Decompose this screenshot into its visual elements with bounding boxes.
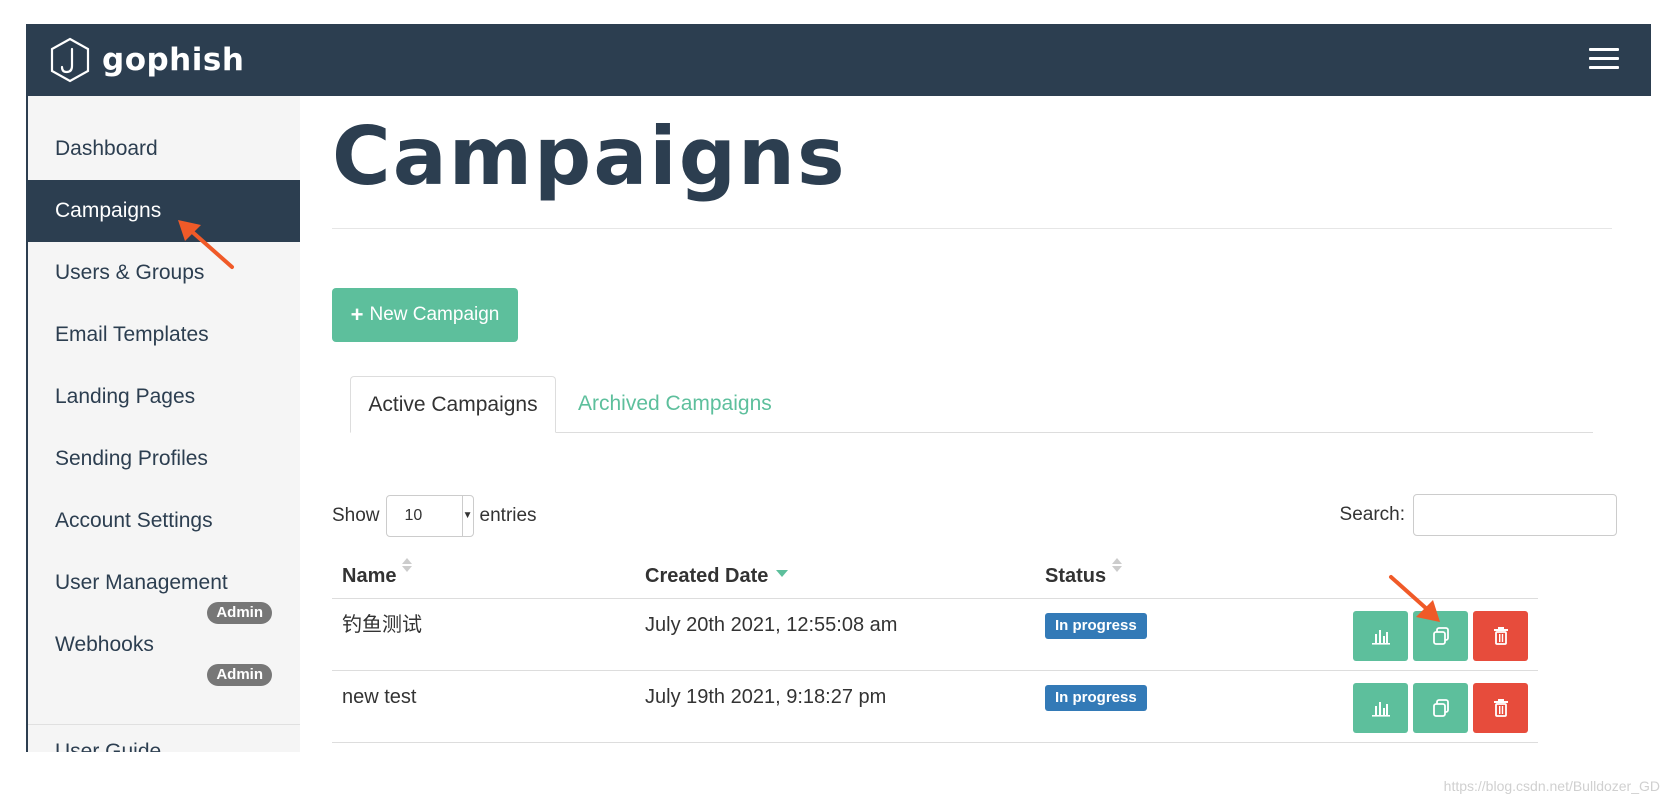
bar-chart-icon <box>1371 702 1390 717</box>
search-input[interactable] <box>1413 494 1617 536</box>
tab-archived-campaigns[interactable]: Archived Campaigns <box>578 376 772 432</box>
table-row: new test July 19th 2021, 9:18:27 pm In p… <box>332 671 1538 743</box>
copy-campaign-button[interactable] <box>1413 683 1468 733</box>
sidebar-item-campaigns[interactable]: Campaigns <box>28 180 300 242</box>
campaign-name: new test <box>342 686 417 708</box>
row-actions <box>1348 611 1528 661</box>
main-content: Campaigns + New Campaign Active Campaign… <box>300 96 1651 752</box>
table-search: Search: <box>1340 494 1617 536</box>
copy-campaign-button[interactable] <box>1413 611 1468 661</box>
campaign-created-date: July 20th 2021, 12:55:08 am <box>645 614 898 636</box>
sidebar-item-account-settings[interactable]: Account Settings <box>28 490 300 552</box>
sidebar-item-label: User Management <box>55 571 228 594</box>
new-campaign-label: New Campaign <box>369 304 500 325</box>
sidebar: Dashboard Campaigns Users & Groups Email… <box>28 96 300 752</box>
top-navbar: gophish <box>28 24 1651 96</box>
copy-icon <box>1432 627 1449 645</box>
entries-length-select[interactable]: 10 ▼ <box>385 495 474 537</box>
row-actions <box>1348 683 1528 733</box>
column-header-status[interactable]: Status <box>1045 544 1123 598</box>
sidebar-item-landing-pages[interactable]: Landing Pages <box>28 366 300 428</box>
sidebar-item-users-groups[interactable]: Users & Groups <box>28 242 300 304</box>
sidebar-item-user-management[interactable]: User Management Admin <box>28 552 300 624</box>
sidebar-item-email-templates[interactable]: Email Templates <box>28 304 300 366</box>
new-campaign-button[interactable]: + New Campaign <box>332 288 518 342</box>
trash-icon <box>1493 627 1508 645</box>
sidebar-item-label: Webhooks <box>55 633 154 656</box>
tab-active-campaigns[interactable]: Active Campaigns <box>350 376 556 433</box>
page-title: Campaigns <box>332 110 847 203</box>
admin-badge: Admin <box>207 664 272 686</box>
watermark: https://blog.csdn.net/Bulldozer_GD <box>1443 778 1660 794</box>
sort-desc-icon <box>776 570 789 577</box>
sidebar-item-sending-profiles[interactable]: Sending Profiles <box>28 428 300 490</box>
hook-hexagon-logo-icon <box>50 37 90 83</box>
table-header: Name Created Date Status <box>332 544 1538 599</box>
sort-icon <box>1112 558 1123 572</box>
delete-campaign-button[interactable] <box>1473 611 1528 661</box>
chevron-down-icon: ▼ <box>461 496 473 536</box>
campaign-created-date: July 19th 2021, 9:18:27 pm <box>645 686 887 708</box>
show-entries: Show 10 ▼ entries <box>332 494 537 538</box>
status-badge: In progress <box>1045 613 1147 639</box>
sidebar-item-dashboard[interactable]: Dashboard <box>28 118 300 180</box>
search-label: Search: <box>1339 504 1405 525</box>
delete-campaign-button[interactable] <box>1473 683 1528 733</box>
browser-frame: gophish Dashboard Campaigns Users & Grou… <box>26 24 1651 752</box>
sidebar-divider <box>28 724 300 725</box>
sidebar-item-webhooks[interactable]: Webhooks Admin <box>28 614 300 686</box>
column-header-name[interactable]: Name <box>342 544 413 598</box>
status-badge: In progress <box>1045 685 1147 711</box>
column-header-created-date[interactable]: Created Date <box>645 544 789 598</box>
title-divider <box>332 228 1612 229</box>
campaign-name: 钓鱼测试 <box>342 614 422 636</box>
plus-icon: + <box>350 302 364 327</box>
hamburger-menu-icon[interactable] <box>1589 48 1619 72</box>
sidebar-item-user-guide[interactable]: User Guide <box>55 740 161 752</box>
bar-chart-icon <box>1371 630 1390 645</box>
entries-length-value: 10 <box>404 507 423 524</box>
table-row: 钓鱼测试 July 20th 2021, 12:55:08 am In prog… <box>332 599 1538 671</box>
trash-icon <box>1493 699 1508 717</box>
view-results-button[interactable] <box>1353 683 1408 733</box>
campaign-tabs: Active Campaigns Archived Campaigns <box>350 376 1593 433</box>
brand[interactable]: gophish <box>48 32 244 88</box>
show-label: Show <box>332 505 380 526</box>
campaigns-table: Name Created Date Status 钓鱼测试 July 20th … <box>332 544 1538 743</box>
copy-icon <box>1432 699 1449 717</box>
sort-icon <box>402 558 413 572</box>
entries-label: entries <box>479 505 537 526</box>
view-results-button[interactable] <box>1353 611 1408 661</box>
brand-name: gophish <box>102 42 245 78</box>
